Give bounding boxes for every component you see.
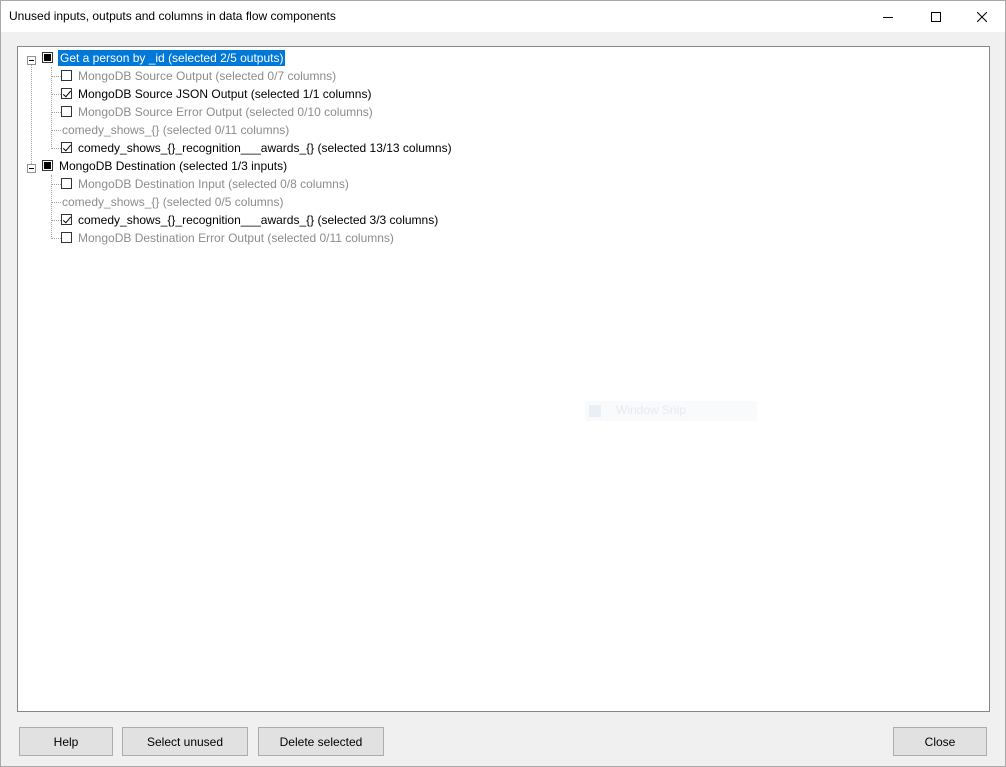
tree-connector [51, 184, 61, 185]
collapse-icon[interactable] [27, 164, 36, 173]
checkbox[interactable] [61, 142, 72, 153]
tree-connector [51, 76, 61, 77]
tree-connector [51, 220, 61, 221]
checkbox[interactable] [61, 106, 72, 117]
tree-connector [51, 94, 61, 95]
tree-node-label: MongoDB Destination (selected 1/3 inputs… [59, 159, 288, 173]
tree-node-label: comedy_shows_{}_recognition___awards_{} … [78, 141, 452, 155]
minimize-button[interactable] [865, 1, 911, 32]
tristate-checkbox[interactable] [42, 160, 53, 171]
close-window-button[interactable] [959, 1, 1005, 32]
snip-overlay-text: Window Snip [616, 403, 687, 417]
tree-node-label: comedy_shows_{} (selected 0/5 columns) [62, 195, 284, 209]
tree-connector [51, 130, 61, 131]
checkbox[interactable] [61, 178, 72, 189]
close-icon [977, 11, 987, 22]
component-tree[interactable]: Get a person by _id (selected 2/5 output… [17, 46, 990, 712]
checkbox[interactable] [61, 214, 72, 225]
checkbox[interactable] [61, 70, 72, 81]
tree-node-label: MongoDB Destination Error Output (select… [78, 231, 394, 245]
dialog-window: Unused inputs, outputs and columns in da… [0, 0, 1006, 767]
checkbox[interactable] [61, 232, 72, 243]
select-unused-button[interactable]: Select unused [122, 727, 248, 756]
help-button[interactable]: Help [19, 727, 113, 756]
tristate-checkbox[interactable] [42, 52, 53, 63]
tree-node-label: MongoDB Destination Input (selected 0/8 … [78, 177, 349, 191]
tree-node-label: comedy_shows_{} (selected 0/11 columns) [62, 123, 290, 137]
checkbox[interactable] [61, 88, 72, 99]
tree-node-label: MongoDB Source Error Output (selected 0/… [78, 105, 373, 119]
maximize-button[interactable] [913, 1, 959, 32]
tree-connector [51, 112, 61, 113]
title-bar[interactable]: Unused inputs, outputs and columns in da… [1, 1, 1005, 32]
tree-node-label: Get a person by _id (selected 2/5 output… [56, 49, 287, 67]
tree-connector [31, 62, 32, 170]
tree-connector [51, 67, 52, 149]
window-title: Unused inputs, outputs and columns in da… [9, 9, 336, 23]
snip-overlay: Window Snip [585, 401, 757, 421]
delete-selected-button[interactable]: Delete selected [258, 727, 384, 756]
tree-connector [51, 238, 61, 239]
tree-node-label: MongoDB Source Output (selected 0/7 colu… [78, 69, 337, 83]
tree-connector [51, 202, 61, 203]
tree-connector [51, 148, 61, 149]
tree-node-label: comedy_shows_{}_recognition___awards_{} … [78, 213, 439, 227]
minimize-icon [883, 16, 893, 18]
collapse-icon[interactable] [27, 56, 36, 65]
snip-icon [589, 405, 601, 417]
maximize-icon [931, 11, 941, 22]
tree-node-label: MongoDB Source JSON Output (selected 1/1… [78, 87, 372, 101]
close-button[interactable]: Close [893, 727, 987, 756]
